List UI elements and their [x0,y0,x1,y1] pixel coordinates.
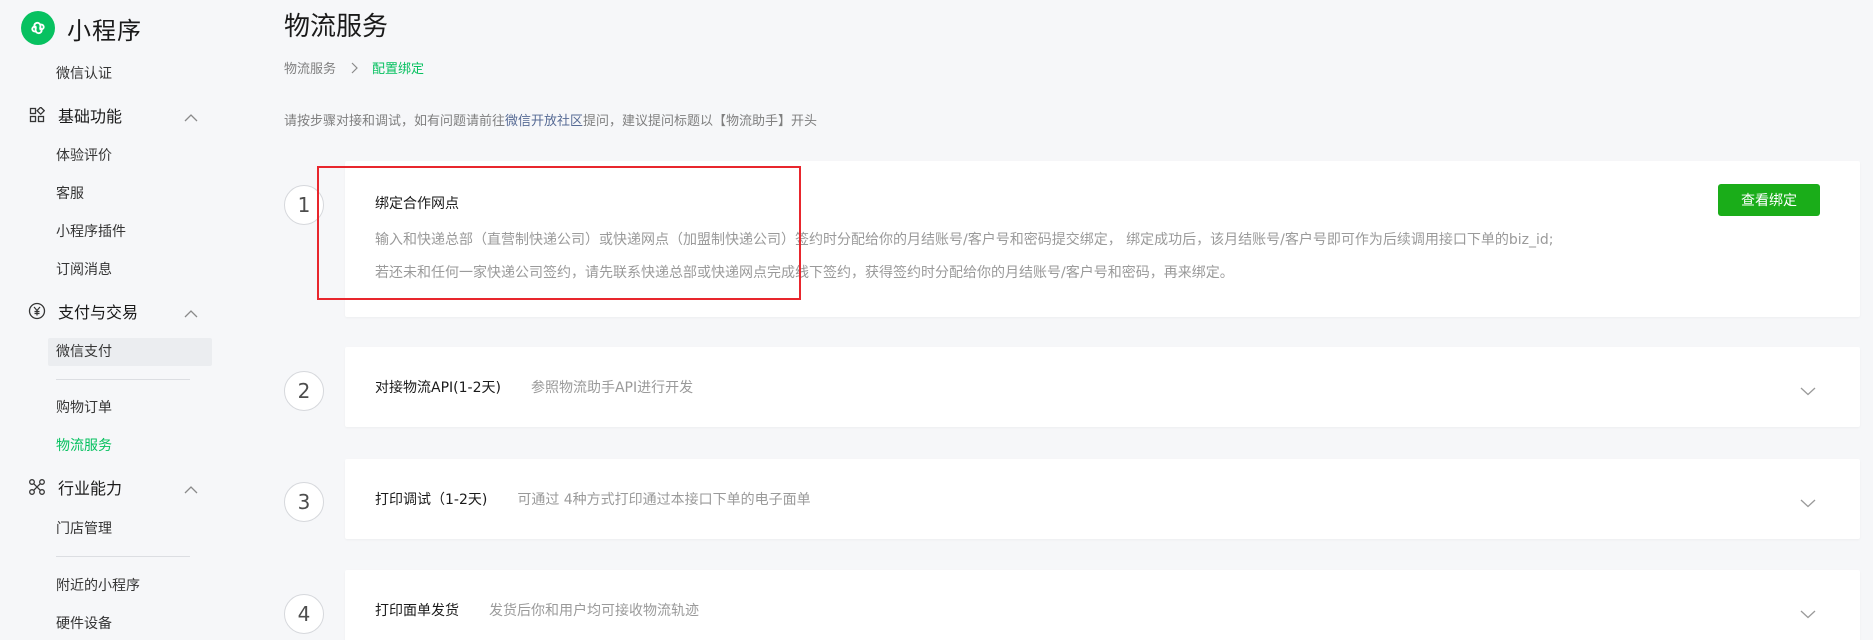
step-row: 打印面单发货 发货后你和用户均可接收物流轨迹 [375,599,699,621]
sidebar-divider [56,379,190,380]
apps-grid-icon [28,106,46,124]
breadcrumb-root[interactable]: 物流服务 [284,58,336,77]
sidebar-item-wechat-pay[interactable]: 微信支付 [48,338,212,366]
sidebar-item-experience[interactable]: 体验评价 [56,145,112,167]
sidebar-group-industry[interactable]: 行业能力 [28,474,198,500]
intro-before: 请按步骤对接和调试，如有问题请前往 [284,114,506,129]
step-card-print-debug[interactable]: 打印调试（1-2天) 可通过 4种方式打印通过本接口下单的电子面单 [345,459,1860,539]
chevron-down-icon[interactable] [1800,604,1816,623]
chevron-down-icon[interactable] [1800,493,1816,512]
step-row: 打印调试（1-2天) 可通过 4种方式打印通过本接口下单的电子面单 [375,488,811,510]
sidebar-item-shopping-orders[interactable]: 购物订单 [56,397,112,419]
sidebar-item-wechat-verify[interactable]: 微信认证 [56,63,112,85]
step-title: 绑定合作网点 [375,196,459,212]
step-row: 对接物流API(1-2天) 参照物流助手API进行开发 [375,376,693,398]
yuan-coin-icon [28,302,46,320]
breadcrumb-current: 配置绑定 [372,62,425,77]
view-binding-button[interactable]: 查看绑定 [1718,184,1820,216]
step-title: 打印调试（1-2天) [375,492,488,508]
chevron-right-icon [350,62,358,74]
step-description: 可通过 4种方式打印通过本接口下单的电子面单 [517,492,811,508]
community-link[interactable]: 微信开放社区 [505,114,583,129]
step-description: 若还未和任何一家快递公司签约，请先联系快递总部或快递网点完成线下签约，获得签约时… [375,265,1234,281]
sidebar-group-basic[interactable]: 基础功能 [28,102,198,128]
chevron-up-icon[interactable] [184,304,198,323]
step-title: 对接物流API(1-2天) [375,380,501,396]
step-number: 3 [284,482,324,522]
sidebar-item-logistics[interactable]: 物流服务 [56,435,112,457]
sidebar-item-nearby[interactable]: 附近的小程序 [56,575,140,597]
step-description: 参照物流助手API进行开发 [530,380,694,396]
intro-after: 提问，建议提问标题以【物流助手】开头 [583,114,818,129]
sidebar-group-label: 支付与交易 [58,303,139,322]
step-card-api[interactable]: 对接物流API(1-2天) 参照物流助手API进行开发 [345,347,1860,427]
chevron-up-icon[interactable] [184,108,198,127]
sidebar-group-payment[interactable]: 支付与交易 [28,298,198,324]
industry-nodes-icon [28,478,46,496]
step-description: 输入和快递总部（直营制快递公司）或快递网点（加盟制快递公司）签约时分配给你的月结… [375,232,1554,248]
sidebar-divider [56,556,190,557]
page-title: 物流服务 [284,12,389,42]
app-name: 小程序 [67,16,142,45]
sidebar-item-customer-service[interactable]: 客服 [56,183,84,205]
sidebar-group-label: 基础功能 [58,107,123,126]
step-card-ship[interactable]: 打印面单发货 发货后你和用户均可接收物流轨迹 [345,570,1860,640]
sidebar-item-subscription[interactable]: 订阅消息 [56,259,112,281]
step-card-bind: 绑定合作网点 输入和快递总部（直营制快递公司）或快递网点（加盟制快递公司）签约时… [345,161,1860,317]
step-number: 1 [284,185,324,225]
chevron-up-icon[interactable] [184,480,198,499]
step-number: 2 [284,371,324,411]
sidebar-group-label: 行业能力 [58,479,123,498]
sidebar-item-store-mgmt[interactable]: 门店管理 [56,518,112,540]
intro-text: 请按步骤对接和调试，如有问题请前往微信开放社区提问，建议提问标题以【物流助手】开… [284,110,817,129]
sidebar-item-hardware[interactable]: 硬件设备 [56,613,112,635]
breadcrumb: 物流服务 配置绑定 [284,58,424,77]
sidebar-item-plugins[interactable]: 小程序插件 [56,221,126,243]
miniprogram-logo-icon [21,11,55,45]
step-description: 发货后你和用户均可接收物流轨迹 [489,603,699,619]
brand[interactable]: 小程序 [21,10,142,46]
step-title: 打印面单发货 [375,603,459,619]
step-number: 4 [284,594,324,634]
sidebar: 小程序 微信认证 基础功能 体验评价 客服 小程序插件 订阅消息 支付与交易 微… [0,0,240,640]
chevron-down-icon[interactable] [1800,381,1816,400]
